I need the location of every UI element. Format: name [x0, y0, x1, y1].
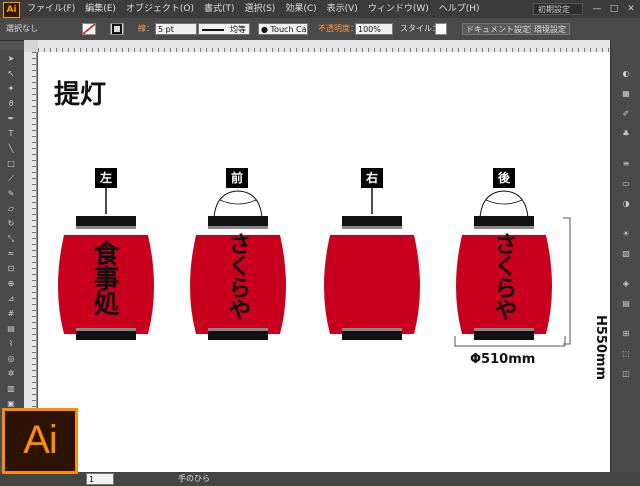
tools-panel: ➤ ↖ ✦ ϑ ✒ T ╲ □ ⟋ ✎ ▱ ↻ ⤡ ≈ ⊡ ⊕ ⊿ # ▤ ⌇ …	[0, 50, 24, 462]
lantern-left-text: 食事処	[89, 240, 119, 315]
ruler-origin[interactable]	[24, 40, 38, 52]
stroke-profile-select[interactable]: 均等	[198, 23, 250, 35]
brushes-icon[interactable]: ✐	[621, 110, 631, 118]
perspective-icon[interactable]: ⊿	[5, 294, 17, 303]
lantern-front-text: さくらや	[224, 232, 251, 320]
opacity-field[interactable]: 100%	[355, 23, 393, 35]
menu-effect[interactable]: 効果(C)	[280, 0, 321, 18]
paintbrush-icon[interactable]: ⟋	[5, 174, 17, 183]
rectangle-tool-icon[interactable]: □	[5, 159, 17, 168]
rotate-icon[interactable]: ↻	[5, 219, 17, 228]
fill-swatch[interactable]	[82, 23, 96, 35]
page-title: 提灯	[54, 80, 107, 110]
symbol-sprayer-icon[interactable]: ✲	[5, 369, 17, 378]
artboard-icon[interactable]: ▣	[5, 399, 17, 408]
style-swatch[interactable]	[435, 23, 447, 35]
swatches-icon[interactable]: ▦	[621, 90, 631, 98]
pathfinder-icon[interactable]: ◫	[621, 370, 631, 378]
control-bar: 選択なし 線： 5 pt 均等 ● Touch Ca... 不透明度： 100%…	[0, 18, 640, 41]
minimize-icon[interactable]: —	[590, 3, 604, 15]
scale-icon[interactable]: ⤡	[5, 234, 17, 243]
transform-panel-icon[interactable]: ⬚	[621, 350, 631, 358]
dimension-height: H550mm	[593, 315, 608, 381]
label-right: 右	[361, 168, 383, 188]
artboards-panel-icon[interactable]: ▤	[621, 300, 631, 308]
gradient-icon[interactable]: ▤	[5, 324, 17, 333]
menu-window[interactable]: ウィンドウ(W)	[363, 0, 434, 18]
status-bar: 1 手のひら	[0, 472, 640, 486]
illustrator-logo: Ai	[2, 408, 78, 474]
graph-icon[interactable]: ▥	[5, 384, 17, 393]
dimension-width: Φ510mm	[470, 352, 536, 367]
panel-dock: ◐ ▦ ✐ ♣ ≡ ▭ ◑ ☀ ▧ ◈ ▤ ⊞ ⬚ ◫	[610, 40, 640, 472]
main-menu: ファイル(F) 編集(E) オブジェクト(O) 書式(T) 選択(S) 効果(C…	[22, 0, 485, 18]
eraser-icon[interactable]: ▱	[5, 204, 17, 213]
graphic-styles-icon[interactable]: ▧	[621, 250, 631, 258]
line-tool-icon[interactable]: ╲	[5, 144, 17, 153]
opacity-label: 不透明度：	[318, 24, 358, 33]
menu-type[interactable]: 書式(T)	[199, 0, 240, 18]
brush-dot-icon: ●	[261, 25, 271, 34]
label-left: 左	[95, 168, 117, 188]
stroke-box-icon	[112, 24, 122, 34]
workspace-switcher[interactable]: 初期設定	[533, 3, 583, 15]
free-transform-icon[interactable]: ⊡	[5, 264, 17, 273]
menu-view[interactable]: 表示(V)	[322, 0, 363, 18]
current-tool-status: 手のひら	[178, 474, 210, 483]
artboard[interactable]: 提灯 左 前 右 後 食事処 さくらや さくらや H550mm Φ510mm	[38, 52, 610, 472]
brush-name: Touch Ca...	[270, 25, 307, 34]
menu-object[interactable]: オブジェクト(O)	[121, 0, 199, 18]
stroke-weight-field[interactable]: 5 pt	[155, 23, 197, 35]
mesh-icon[interactable]: #	[5, 309, 17, 318]
eyedropper-icon[interactable]: ⌇	[5, 339, 17, 348]
magic-wand-icon[interactable]: ✦	[5, 84, 17, 93]
pen-tool-icon[interactable]: ✒	[5, 114, 17, 123]
direct-selection-icon[interactable]: ↖	[5, 69, 17, 78]
menu-select[interactable]: 選択(S)	[240, 0, 281, 18]
stroke-profile-label: 均等	[230, 25, 246, 34]
menu-help[interactable]: ヘルプ(H)	[434, 0, 485, 18]
no-fill-icon	[82, 23, 96, 35]
stroke-swatch[interactable]	[110, 23, 124, 35]
menu-file[interactable]: ファイル(F)	[22, 0, 80, 18]
stroke-label: 線：	[138, 24, 154, 33]
app-logo-icon: Ai	[3, 2, 20, 18]
menu-bar: Ai ファイル(F) 編集(E) オブジェクト(O) 書式(T) 選択(S) 効…	[0, 0, 640, 18]
transparency-icon[interactable]: ◑	[621, 200, 631, 208]
lasso-icon[interactable]: ϑ	[5, 99, 17, 108]
menu-edit[interactable]: 編集(E)	[80, 0, 121, 18]
align-icon[interactable]: ⊞	[621, 330, 631, 338]
preferences-button[interactable]: 環境設定	[530, 23, 570, 35]
symbols-icon[interactable]: ♣	[621, 130, 631, 138]
dimension-lines	[454, 217, 571, 347]
label-front: 前	[226, 168, 248, 188]
pencil-icon[interactable]: ✎	[5, 189, 17, 198]
style-label: スタイル：	[400, 24, 440, 33]
blend-icon[interactable]: ◎	[5, 354, 17, 363]
color-panel-icon[interactable]: ◐	[621, 70, 631, 78]
document-setup-button[interactable]: ドキュメント設定	[462, 23, 534, 35]
stroke-line-icon	[202, 29, 224, 31]
close-icon[interactable]: ✕	[624, 3, 638, 15]
layers-icon[interactable]: ◈	[621, 280, 631, 288]
artboard-number-field[interactable]: 1	[86, 473, 114, 485]
label-back: 後	[493, 168, 515, 188]
appearance-icon[interactable]: ☀	[621, 230, 631, 238]
warp-icon[interactable]: ≈	[5, 249, 17, 258]
shape-builder-icon[interactable]: ⊕	[5, 279, 17, 288]
stroke-panel-icon[interactable]: ≡	[621, 160, 631, 168]
gradient-panel-icon[interactable]: ▭	[621, 180, 631, 188]
selection-tool-icon[interactable]: ➤	[5, 54, 17, 63]
brush-select[interactable]: ● Touch Ca...	[258, 23, 308, 35]
lantern-right[interactable]	[314, 188, 430, 348]
type-tool-icon[interactable]: T	[5, 129, 17, 138]
selection-status: 選択なし	[6, 24, 38, 33]
maximize-icon[interactable]: □	[607, 3, 621, 15]
